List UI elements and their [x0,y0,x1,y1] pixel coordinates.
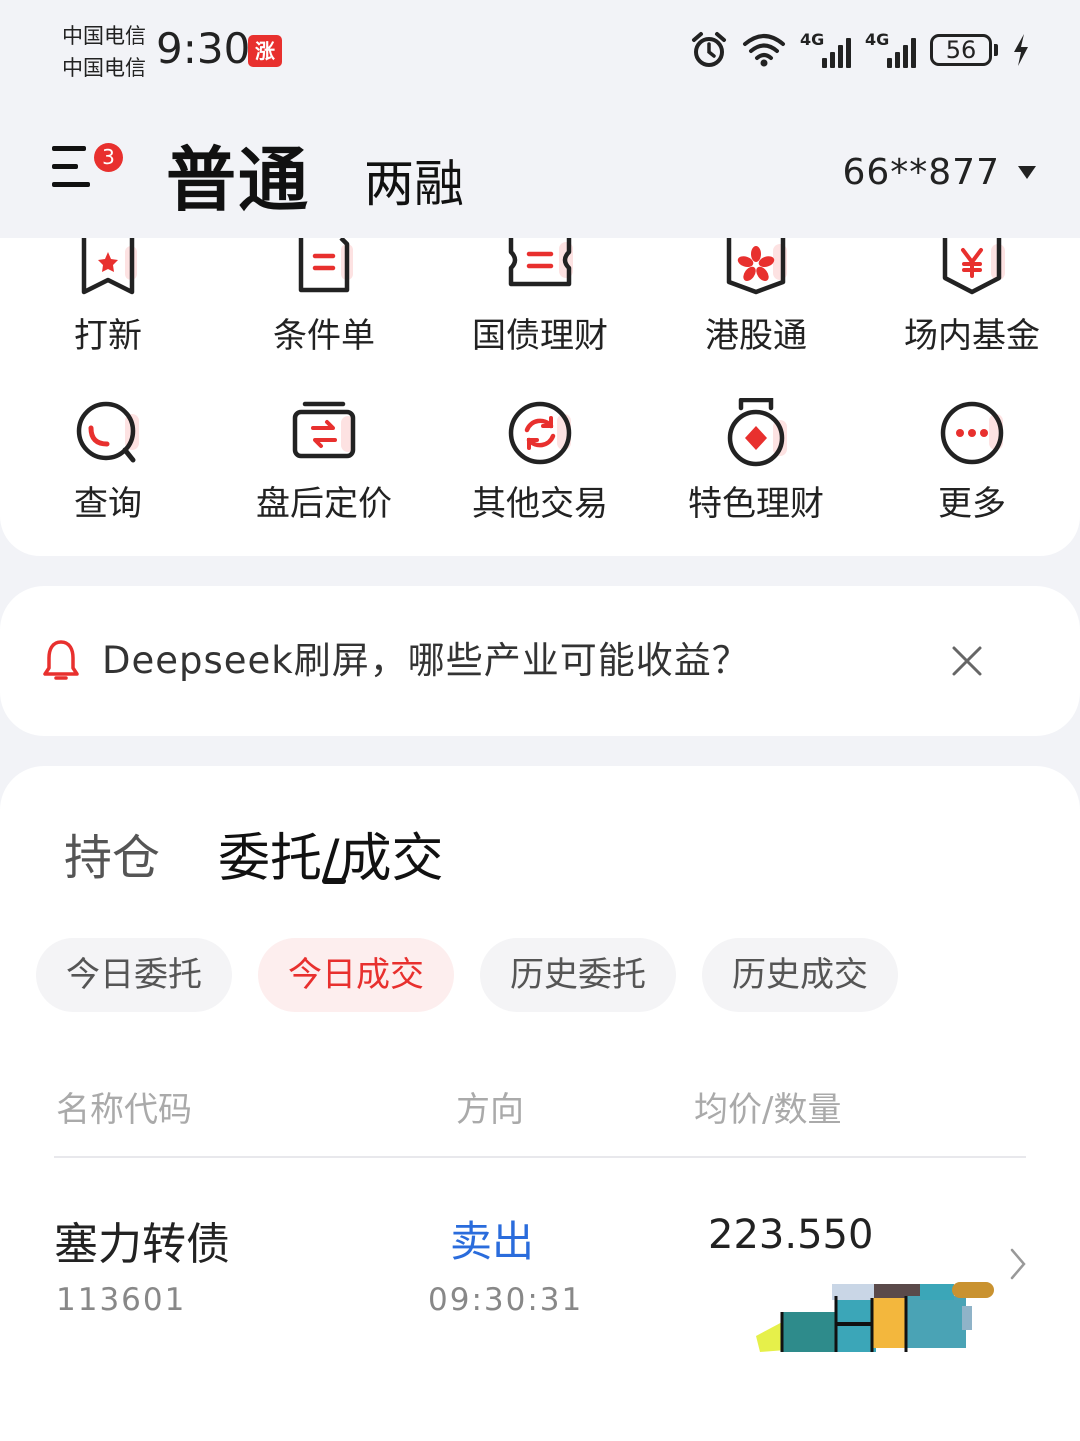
trade-time: 09:30:31 [428,1282,584,1318]
func-conditional-order[interactable]: 条件单 [216,236,432,357]
menu-icon [52,146,86,151]
account-number: 66**877 [842,152,1000,193]
average-price: 223.550 [708,1212,874,1258]
notice-text: Deepseek刷屏，哪些产业可能收益？ [102,639,750,682]
status-time: 9:30 [156,24,251,73]
security-code: 113601 [56,1282,187,1318]
app-notification-icon: 涨 [248,35,282,67]
func-after-hours[interactable]: 盘后定价 [216,398,432,525]
alarm-icon [692,32,726,67]
bell-icon [43,640,79,680]
func-other-trade-label: 其他交易 [472,484,608,524]
chip-history-trades[interactable]: 历史成交 [702,938,898,1012]
app-screen: 中国电信 中国电信 9:30 涨 4G 4G 56 3 普通 两融 66**87… [0,0,1080,1441]
after-hours-exchange-icon [292,401,356,459]
table-row[interactable]: 塞力转债 113601 卖出 09:30:31 223.550 [0,1186,1080,1356]
func-ipo-label: 打新 [74,316,142,356]
filter-chips: 今日委托 今日成交 历史委托 历史成交 [36,938,898,1012]
func-other-trade[interactable]: 其他交易 [432,398,648,525]
status-icons: 4G 4G 56 [690,30,1030,70]
chip-today-orders[interactable]: 今日委托 [36,938,232,1012]
tab-positions[interactable]: 持仓 [64,818,160,888]
carrier-2: 中国电信 [62,56,146,80]
func-more-label: 更多 [938,484,1006,524]
func-exchange-fund[interactable]: 场内基金 [864,238,1080,357]
close-icon[interactable] [950,644,984,678]
func-exchange-fund-label: 场内基金 [904,316,1040,356]
func-query[interactable]: 查询 [0,398,216,525]
more-dots-icon [940,401,1004,465]
hk-connect-flower-icon [726,238,787,295]
ipo-ribbon-icon [81,238,137,295]
news-notice-banner[interactable]: Deepseek刷屏，哪些产业可能收益？ [0,586,1080,736]
column-direction: 方向 [456,1090,524,1130]
carrier-labels: 中国电信 中国电信 [62,20,146,84]
carrier-1: 中国电信 [62,24,146,48]
chip-history-orders[interactable]: 历史委托 [480,938,676,1012]
bond-ticket-icon [508,238,573,287]
battery-level: 56 [930,34,992,66]
wifi-icon [743,34,785,67]
chevron-right-icon [1010,1248,1026,1280]
tab-normal-trading[interactable]: 普通 [166,124,310,225]
trade-direction: 卖出 [450,1217,535,1266]
medal-diamond-icon [727,397,787,467]
signal-4g-1-icon: 4G [800,30,851,68]
func-bond-finance[interactable]: 国债理财 [432,238,648,357]
refresh-trade-icon [508,401,572,465]
orders-trades-panel: 持仓 委托/成交 今日委托 今日成交 历史委托 历史成交 名称代码 方向 均价/… [0,766,1080,1441]
chevron-down-icon [1018,166,1036,179]
active-tab-indicator [322,878,346,884]
func-special-finance-label: 特色理财 [688,484,824,524]
column-name-code: 名称代码 [56,1090,192,1130]
func-bond-finance-label: 国债理财 [472,316,608,356]
yuan-fund-icon [942,238,1005,295]
table-header: 名称代码 方向 均价/数量 [0,1076,1080,1136]
menu-notification-badge: 3 [94,143,123,172]
tab-margin-trading[interactable]: 两融 [364,144,464,216]
chip-today-trades[interactable]: 今日成交 [258,938,454,1012]
func-after-hours-label: 盘后定价 [256,484,392,524]
func-hk-connect[interactable]: 港股通 [648,238,864,357]
table-divider [54,1156,1026,1158]
func-hk-connect-label: 港股通 [705,316,807,356]
account-selector[interactable]: 66**877 [842,152,1036,193]
func-more[interactable]: 更多 [864,398,1080,525]
charging-bolt-icon [1014,34,1028,66]
redaction-scribble [756,1282,994,1352]
function-grid: 打新 条件单 国债理财 港股通 场内基金 查询 盘后定价 其他交易 特色理财 更… [0,236,1080,556]
security-name: 塞力转债 [54,1219,230,1270]
status-bar: 中国电信 中国电信 9:30 涨 4G 4G 56 [0,0,1080,100]
top-header: 3 普通 两融 66**877 [0,100,1080,240]
column-price-quantity: 均价/数量 [694,1090,842,1130]
battery-icon: 56 [930,34,998,66]
func-ipo[interactable]: 打新 [0,238,216,357]
func-conditional-order-label: 条件单 [273,316,375,356]
menu-button[interactable] [52,142,96,194]
conditional-order-icon [298,236,353,293]
search-query-icon [76,401,139,463]
func-query-label: 查询 [74,484,142,524]
signal-4g-2-icon: 4G [865,30,916,68]
func-special-finance[interactable]: 特色理财 [648,397,864,525]
